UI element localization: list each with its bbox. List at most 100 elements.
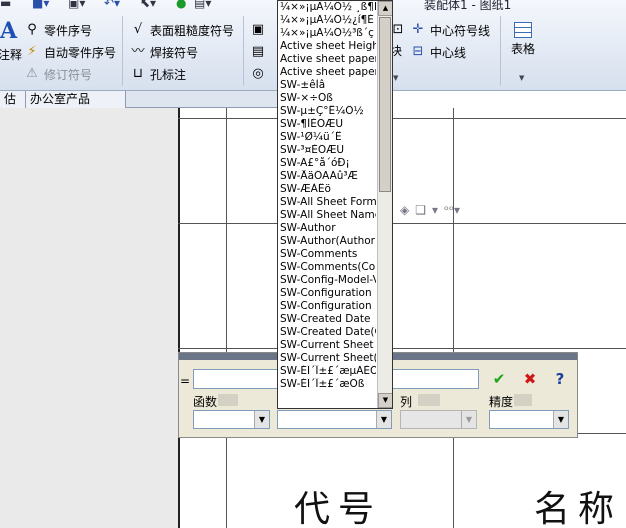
dropdown-item[interactable]: SW-Comments: [278, 248, 376, 261]
folder-icon[interactable]: ▬: [0, 0, 11, 10]
dropdown-item[interactable]: SW-Current Sheet: [278, 339, 376, 352]
balloon-icon: ⚲: [27, 22, 37, 37]
dropdown-item[interactable]: SW-¹Ø¼ü´Ê: [278, 131, 376, 144]
dropdown-item[interactable]: SW-¶ÌÈÕÆÚ: [278, 118, 376, 131]
dropdown-item[interactable]: SW-Author(Author): [278, 235, 376, 248]
center-mark-button[interactable]: ✛ 中心符号线: [410, 20, 490, 40]
scroll-up-icon[interactable]: ▲: [378, 1, 392, 16]
annotation-big-icon[interactable]: A: [0, 18, 17, 44]
table-header-name: 名称: [534, 489, 623, 528]
rebuild-icon[interactable]: ●: [176, 0, 186, 10]
ribbon-separator: [500, 16, 501, 86]
view-orientation-icon[interactable]: ◈: [400, 203, 409, 217]
dropdown-item[interactable]: Active sheet Height: [278, 40, 376, 53]
dropdown-item[interactable]: SW-Ä£°å´óÐ¡: [278, 157, 376, 170]
dropdown-item[interactable]: SW-Current Sheet(Current): [278, 352, 376, 365]
tolerance-icon: ▤: [251, 44, 265, 59]
dropdown-item[interactable]: Active sheet paper width: [278, 66, 376, 79]
tab-office-products[interactable]: 办公室产品: [26, 91, 126, 108]
column-label: 列: [400, 395, 413, 409]
dropdown-item[interactable]: SW-Created Date(Created): [278, 326, 376, 339]
note-icon: ◎: [252, 66, 264, 81]
dropdown-item[interactable]: ¼×»¡µÄ¼Ö½³ß´ç: [278, 27, 376, 40]
options-icon[interactable]: ▤▾: [194, 0, 211, 10]
dropdown-item[interactable]: SW-³¤ÈÕÆÚ: [278, 144, 376, 157]
dropdown-item[interactable]: ¼×»¡µÄ¼Ö½¿í¶È: [278, 14, 376, 27]
cancel-icon[interactable]: ✖: [520, 370, 540, 388]
chevron-down-icon[interactable]: ▼: [519, 74, 524, 82]
revision-symbol-button[interactable]: ⚠ 修订符号: [24, 64, 92, 84]
annotation-big-label[interactable]: 注释: [0, 46, 22, 63]
part-number-button[interactable]: ⚲ 零件序号: [24, 20, 92, 40]
surface-finish-button[interactable]: √ 表面粗糙度符号: [130, 20, 234, 40]
dropdown-item[interactable]: ¼×»¡µÄ¼Ö½ ¸ß¶È: [278, 1, 376, 14]
dropdown-item[interactable]: SW-Configuration Name: [278, 300, 376, 313]
dropdown-item[interactable]: SW-ÉÏ´Î±£´æµÄÈÕÆÚ: [278, 365, 376, 378]
column-combo: ▼: [400, 410, 477, 429]
dropdown-item[interactable]: SW-µ±Ç°Ê¼Ö½: [278, 105, 376, 118]
part-number-label: 零件序号: [44, 23, 93, 38]
quick-access-toolbar: ▬ ■▾ ▣▾ ↶▾ ⬉▾ ● ▤▾: [0, 0, 240, 12]
chevron-down-icon[interactable]: ▼: [553, 411, 568, 428]
dropdown-item[interactable]: SW-Created Date: [278, 313, 376, 326]
undo-icon[interactable]: ↶▾: [104, 0, 120, 10]
property-dropdown-list[interactable]: ¼×»¡µÄ¼Ö½ ¸ß¶È ¼×»¡µÄ¼Ö½¿í¶È ¼×»¡µÄ¼Ö½³ß´ç…: [277, 0, 393, 409]
properties-combo[interactable]: ▼: [277, 410, 392, 429]
precision-combo[interactable]: ▼: [489, 410, 569, 429]
dropdown-item[interactable]: SW-Author: [278, 222, 376, 235]
geometric-tolerance-button[interactable]: ▤: [250, 42, 266, 62]
centerline-button[interactable]: ⊟ 中心线: [410, 42, 466, 62]
select-arrow-icon[interactable]: ⬉▾: [140, 0, 156, 10]
note-button[interactable]: ◎: [250, 64, 266, 84]
center-mark-label: 中心符号线: [430, 23, 491, 38]
surface-finish-icon: √: [133, 22, 143, 37]
print-icon[interactable]: ▣▾: [68, 0, 85, 10]
section-view-icon[interactable]: ▾: [432, 203, 438, 217]
table-line: [178, 348, 626, 349]
scroll-thumb[interactable]: [379, 17, 391, 192]
chevron-down-icon[interactable]: ▼: [254, 411, 269, 428]
chevron-down-icon: ▼: [461, 411, 476, 428]
dropdown-scrollbar[interactable]: ▲ ▼: [377, 1, 392, 408]
functions-indicator: [218, 394, 238, 406]
revision-triangle-icon: ⚠: [26, 66, 38, 81]
table-header-code: 代号: [294, 489, 383, 528]
chevron-down-icon[interactable]: ▼: [376, 411, 391, 428]
scroll-down-icon[interactable]: ▼: [378, 393, 392, 408]
table-icon: [514, 22, 532, 38]
dropdown-item[interactable]: Active sheet paper size: [278, 53, 376, 66]
display-style-icon[interactable]: ❑: [415, 203, 426, 217]
chevron-down-icon[interactable]: ▼: [393, 74, 398, 82]
drawing-sheet[interactable]: [178, 108, 626, 528]
tab-estimate[interactable]: 估: [0, 91, 26, 108]
dropdown-item[interactable]: SW-Comments(Comments): [278, 261, 376, 274]
dropdown-item[interactable]: SW-Configuration Name: [278, 287, 376, 300]
glasses-icon[interactable]: ᵒᵒ▾: [444, 203, 460, 217]
dropdown-item[interactable]: SW-All Sheet Names: [278, 209, 376, 222]
weld-symbol-button[interactable]: 〰 焊接符号: [130, 42, 198, 62]
dropdown-item[interactable]: SW-×÷Õß: [278, 92, 376, 105]
dropdown-item[interactable]: SW-ÅäÖÃÃû³Æ: [278, 170, 376, 183]
surface-finish-label: 表面粗糙度符号: [150, 23, 235, 38]
dropdown-item[interactable]: SW-ÆÀÊö: [278, 183, 376, 196]
dropdown-item[interactable]: SW-ÉÏ´Î±£´æÕß: [278, 378, 376, 391]
hole-callout-button[interactable]: ⊔ 孔标注: [130, 64, 186, 84]
datum-feature-button[interactable]: ▣: [250, 20, 266, 40]
save-icon[interactable]: ■▾: [32, 0, 49, 10]
window-title: 装配体1 - 图纸1: [424, 0, 512, 12]
dropdown-item[interactable]: SW-All Sheet Formats: [278, 196, 376, 209]
accept-icon[interactable]: ✔: [489, 370, 509, 388]
dropdown-item[interactable]: SW-±êÌâ: [278, 79, 376, 92]
centerline-label: 中心线: [430, 45, 467, 60]
dropdown-items: ¼×»¡µÄ¼Ö½ ¸ß¶È ¼×»¡µÄ¼Ö½¿í¶È ¼×»¡µÄ¼Ö½³ß´ç…: [278, 1, 376, 391]
table-button[interactable]: 表格: [506, 22, 540, 57]
functions-combo[interactable]: ▼: [193, 410, 270, 429]
sheet-border: [178, 108, 180, 528]
auto-part-number-label: 自动零件序号: [44, 45, 117, 60]
dropdown-item[interactable]: SW-Config-Model-View: [278, 274, 376, 287]
help-icon[interactable]: ?: [550, 370, 570, 388]
table-line: [578, 433, 626, 434]
auto-part-number-button[interactable]: ⚡ 自动零件序号: [24, 42, 116, 62]
functions-label: 函数: [193, 395, 218, 409]
hole-callout-icon: ⊔: [132, 66, 144, 81]
